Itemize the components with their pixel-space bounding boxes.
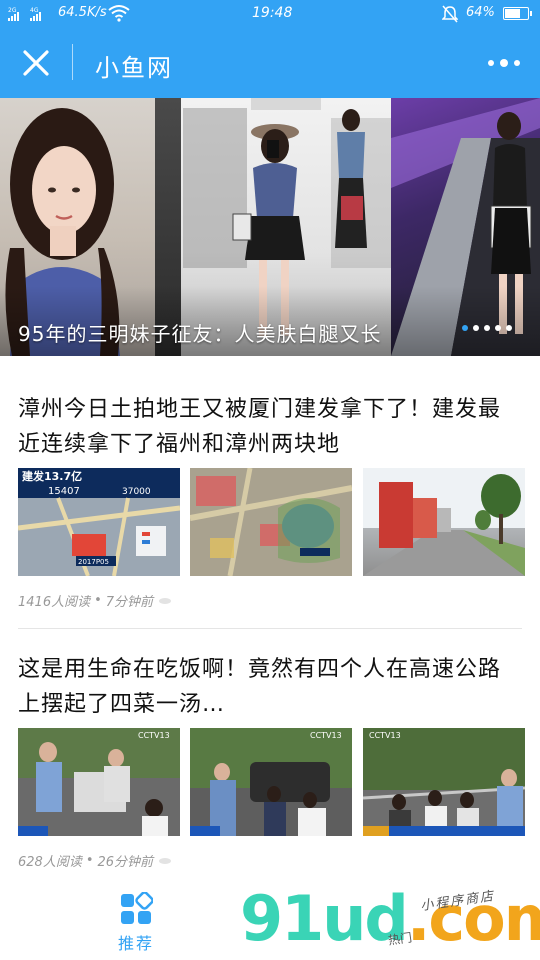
page-title: 小鱼网: [95, 54, 173, 82]
thumb-headline: 建发13.7亿: [22, 469, 82, 483]
thumb-price-a: 15407: [48, 486, 80, 497]
status-bar: 2G 4G 64.5K/s 19:48 64%: [0, 0, 540, 28]
read-count: 1416人阅读: [18, 595, 91, 610]
tab-recommend-label: 推荐: [117, 934, 154, 953]
battery-icon: [503, 7, 532, 20]
publish-time: 26分钟前: [97, 855, 154, 870]
clock: 19:48: [252, 5, 293, 21]
article-card[interactable]: 漳州今日土拍地王又被厦门建发拿下了！建发最近连续拿下了福州和漳州两块地 建发13…: [18, 392, 525, 610]
article-meta: 628人阅读 • 26分钟前: [18, 851, 172, 870]
thumbnail-map: 建发13.7亿 15407 37000 2017P05: [18, 468, 180, 576]
title-bar: 2G 4G 64.5K/s 19:48 64% 小鱼网: [0, 0, 540, 98]
channel-logo: CCTV13: [138, 731, 170, 740]
article-title[interactable]: 这是用生命在吃饭啊！竟然有四个人在高速公路上摆起了四菜一汤…: [18, 652, 522, 722]
article-divider: [18, 628, 522, 629]
thumb-price-b: 37000: [122, 487, 151, 497]
thumbnail-news-scene: CCTV13: [363, 728, 525, 836]
carousel-dot[interactable]: [473, 325, 479, 331]
watermark-logo: 91ud.com 小程序商店 热门: [240, 882, 540, 955]
carousel-dot[interactable]: [506, 325, 512, 331]
thumbnail-street: [363, 468, 525, 576]
carousel-dot[interactable]: [484, 325, 490, 331]
channel-logo: CCTV13: [369, 731, 401, 740]
read-count: 628人阅读: [18, 855, 82, 870]
title-divider: [72, 44, 73, 80]
banner-caption: 95年的三明妹子征友：人美肤白腿又长: [18, 322, 382, 346]
article-meta: 1416人阅读 • 7分钟前: [18, 591, 172, 610]
signal-1-label: 2G: [8, 7, 17, 14]
thumbnail-news-scene: CCTV13: [18, 728, 180, 836]
more-button[interactable]: [484, 48, 524, 78]
carousel-dot[interactable]: [495, 325, 501, 331]
signal-2-label: 4G: [30, 7, 39, 14]
tab-recommend[interactable]: 推荐: [112, 892, 160, 956]
eye-icon: [159, 857, 172, 864]
battery-percent: 64%: [466, 5, 495, 20]
article-title[interactable]: 漳州今日土拍地王又被厦门建发拿下了！建发最近连续拿下了福州和漳州两块地: [18, 392, 522, 462]
signal-icon: 2G 4G: [8, 6, 52, 22]
close-icon: [23, 50, 49, 76]
network-speed: 64.5K/s: [58, 5, 107, 20]
more-dots-icon: [488, 60, 494, 66]
channel-logo: CCTV13: [310, 731, 342, 740]
thumbnail-news-scene: CCTV13: [190, 728, 352, 836]
article-thumbnails: CCTV13 CCTV13 CCTV13: [18, 728, 525, 836]
publish-time: 7分钟前: [105, 595, 154, 610]
carousel-dots[interactable]: [462, 325, 512, 331]
wifi-icon: [108, 4, 130, 26]
article-thumbnails: 建发13.7亿 15407 37000 2017P05: [18, 468, 525, 576]
thumb-lot: 2017P05: [78, 558, 109, 566]
carousel-dot[interactable]: [462, 325, 468, 331]
grid-icon: [121, 892, 153, 924]
article-card[interactable]: 这是用生命在吃饭啊！竟然有四个人在高速公路上摆起了四菜一汤… CCTV13 CC…: [18, 652, 525, 870]
thumbnail-site-plan: [190, 468, 352, 576]
close-button[interactable]: [18, 45, 54, 81]
eye-icon: [159, 597, 172, 604]
mute-bell-icon: [441, 5, 459, 27]
